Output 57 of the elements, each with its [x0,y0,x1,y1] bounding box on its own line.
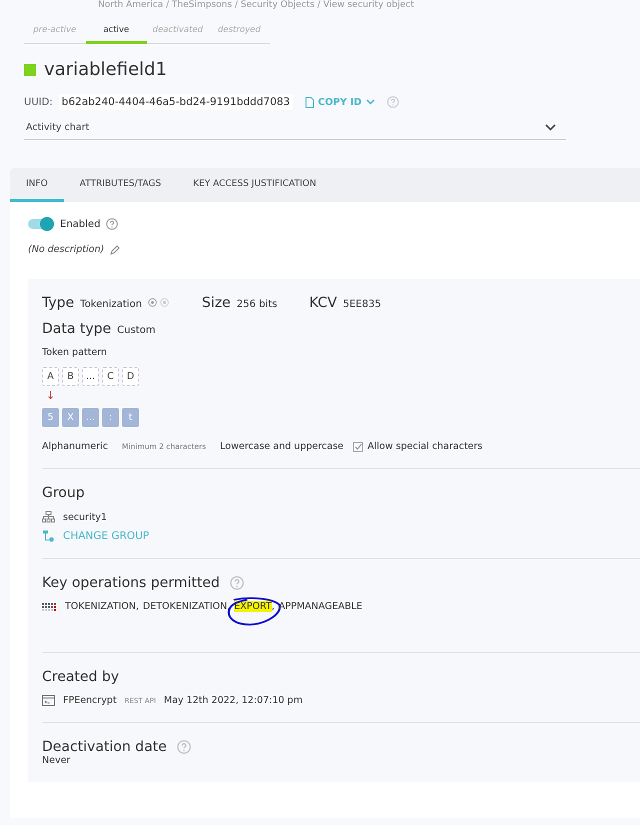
size-label: Size [202,295,231,311]
type-label: Type [42,295,74,311]
hierarchy-icon [42,530,55,542]
help-icon[interactable] [386,96,399,108]
deactivation-title: Deactivation date [42,739,167,755]
pencil-icon[interactable] [110,244,120,254]
data-type-label: Data type [42,321,112,337]
kcv-label: KCV [309,295,337,311]
input-character: ... [82,367,99,386]
output-character: : [102,408,119,427]
help-icon[interactable] [176,740,191,754]
token-pattern-label: Token pattern [42,347,108,358]
state-tab[interactable]: active [86,19,147,44]
hierarchy-icon [42,511,55,523]
terminal-icon [42,695,55,706]
input-character: B [62,367,79,386]
activity-chart-dropdown[interactable]: Activity chart [24,114,566,140]
description-text: (No description) [28,244,104,255]
created-date: May 12th 2022, 12:07:10 pm [164,695,303,706]
uuid-value: b62ab240-4404-46a5-bd24-9191bddd7083 [58,94,293,110]
output-character: ... [82,408,99,427]
enabled-label: Enabled [60,218,100,230]
input-character: D [122,367,139,386]
size-value: 256 bits [236,299,278,310]
tab[interactable]: ATTRIBUTES/TAGS [64,168,178,202]
operation-name: TOKENIZATION, [65,601,139,612]
creator-name: FPEencrypt [63,695,117,706]
arrow-text: ↓ [46,389,56,402]
operations-title: Key operations permitted [42,575,220,591]
created-by-title: Created by [42,669,120,685]
tab[interactable]: INFO [10,168,64,202]
data-type-value: Custom [117,325,156,336]
object-title: variablefield1 [44,59,167,80]
caret-icon [366,99,375,105]
document-icon [305,96,314,108]
charset-text: Alphanumeric [42,441,108,452]
output-character: t [122,408,139,427]
group-name: security1 [63,512,107,522]
deactivation-value: Never [42,755,72,766]
help-icon[interactable] [106,218,118,230]
grid-icon [42,602,57,610]
radio-icons [148,298,170,307]
output-character: X [62,408,79,427]
uuid-label: UUID: [24,96,53,108]
output-character: 5 [42,408,59,427]
type-value: Tokenization [80,299,142,310]
toggle-switch[interactable] [28,219,54,229]
tab[interactable]: KEY ACCESS JUSTIFICATION [177,168,332,202]
group-title: Group [42,485,86,501]
kcv-value: 5EE835 [342,299,382,310]
input-character: C [102,367,119,386]
case-text: Lowercase and uppercase [220,441,344,452]
special-characters-text: Allow special characters [368,441,483,452]
input-character: A [42,367,59,386]
status-square-icon [24,64,36,76]
help-icon[interactable] [230,576,244,590]
breadcrumb: North America / TheSimpsons / Security Objects / View security object [98,0,416,11]
